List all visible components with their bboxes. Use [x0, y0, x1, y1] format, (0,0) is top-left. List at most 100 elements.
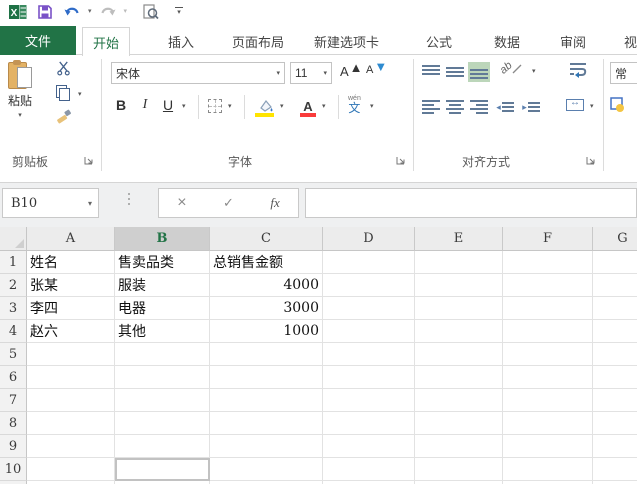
row-header-10[interactable]: 10 — [0, 458, 27, 481]
cell-A4[interactable]: 赵六 — [27, 320, 115, 343]
copy-dropdown[interactable]: ▾ — [78, 91, 82, 98]
cell-B1[interactable]: 售卖品类 — [115, 251, 210, 274]
row-header-5[interactable]: 5 — [0, 343, 27, 366]
column-header-C[interactable]: C — [210, 227, 323, 251]
row-header-9[interactable]: 9 — [0, 435, 27, 458]
cell-F1[interactable] — [503, 251, 593, 274]
tab-data[interactable]: 数据 — [484, 28, 530, 55]
grow-font-button[interactable]: A ▲ — [340, 60, 363, 79]
alignment-dialog-launcher[interactable] — [586, 155, 596, 165]
cell-C6[interactable] — [210, 366, 323, 389]
cell-D1[interactable] — [323, 251, 415, 274]
column-header-F[interactable]: F — [503, 227, 593, 251]
cell-A5[interactable] — [27, 343, 115, 366]
fill-color-button[interactable] — [254, 95, 276, 117]
tab-view[interactable]: 视 — [614, 28, 637, 55]
cell-G9[interactable] — [593, 435, 637, 458]
row-header-2[interactable]: 2 — [0, 274, 27, 297]
cell-C5[interactable] — [210, 343, 323, 366]
column-header-E[interactable]: E — [415, 227, 503, 251]
cell-B10[interactable] — [115, 458, 210, 481]
redo-dropdown[interactable]: ▾ — [124, 8, 128, 15]
cell-B6[interactable] — [115, 366, 210, 389]
orientation-button[interactable]: ab — [498, 59, 522, 77]
cell-F9[interactable] — [503, 435, 593, 458]
cell-C4[interactable]: 1000 — [210, 320, 323, 343]
align-left-button[interactable] — [420, 97, 442, 117]
row-header-8[interactable]: 8 — [0, 412, 27, 435]
cell-B7[interactable] — [115, 389, 210, 412]
redo-button[interactable] — [96, 2, 120, 22]
cell-F4[interactable] — [503, 320, 593, 343]
cell-G10[interactable] — [593, 458, 637, 481]
tab-insert[interactable]: 插入 — [158, 28, 204, 55]
row-header-6[interactable]: 6 — [0, 366, 27, 389]
cell-G7[interactable] — [593, 389, 637, 412]
row-header-7[interactable]: 7 — [0, 389, 27, 412]
cell-E6[interactable] — [415, 366, 503, 389]
number-format-combo[interactable]: 常 — [610, 62, 637, 84]
column-header-B[interactable]: B — [115, 227, 210, 251]
cell-D3[interactable] — [323, 297, 415, 320]
cell-G8[interactable] — [593, 412, 637, 435]
align-right-button[interactable] — [468, 97, 490, 117]
row-header-4[interactable]: 4 — [0, 320, 27, 343]
font-color-dropdown[interactable]: ▾ — [322, 103, 326, 110]
cell-A8[interactable] — [27, 412, 115, 435]
undo-button[interactable] — [60, 2, 84, 22]
cell-B2[interactable]: 服装 — [115, 274, 210, 297]
borders-button[interactable] — [208, 99, 222, 113]
cell-C1[interactable]: 总销售金额 — [210, 251, 323, 274]
cell-D9[interactable] — [323, 435, 415, 458]
save-button[interactable] — [34, 2, 56, 22]
decrease-indent-button[interactable]: ◂ — [494, 97, 516, 117]
cell-C2[interactable]: 4000 — [210, 274, 323, 297]
cell-G4[interactable] — [593, 320, 637, 343]
cell-F10[interactable] — [503, 458, 593, 481]
tab-formulas[interactable]: 公式 — [416, 28, 462, 55]
underline-button[interactable]: U — [160, 97, 176, 113]
tab-page-layout[interactable]: 页面布局 — [222, 28, 294, 55]
cell-F3[interactable] — [503, 297, 593, 320]
cell-E8[interactable] — [415, 412, 503, 435]
print-preview-button[interactable] — [139, 2, 162, 22]
cell-D10[interactable] — [323, 458, 415, 481]
cell-E4[interactable] — [415, 320, 503, 343]
cell-A10[interactable] — [27, 458, 115, 481]
name-box-dropdown[interactable]: ▾ — [88, 199, 98, 208]
clipboard-dialog-launcher[interactable] — [84, 155, 94, 165]
cell-A1[interactable]: 姓名 — [27, 251, 115, 274]
phonetic-dropdown[interactable]: ▾ — [370, 103, 374, 110]
cell-D8[interactable] — [323, 412, 415, 435]
copy-button[interactable] — [56, 85, 70, 101]
cell-D7[interactable] — [323, 389, 415, 412]
increase-indent-button[interactable]: ▸ — [520, 97, 542, 117]
cell-F7[interactable] — [503, 389, 593, 412]
cell-E9[interactable] — [415, 435, 503, 458]
cell-A9[interactable] — [27, 435, 115, 458]
align-bottom-button[interactable] — [468, 62, 490, 82]
cell-C3[interactable]: 3000 — [210, 297, 323, 320]
column-header-A[interactable]: A — [27, 227, 115, 251]
insert-function-button[interactable]: fx — [270, 195, 279, 211]
cell-G1[interactable] — [593, 251, 637, 274]
italic-button[interactable]: I — [138, 97, 152, 113]
column-header-D[interactable]: D — [323, 227, 415, 251]
cell-G2[interactable] — [593, 274, 637, 297]
cell-F8[interactable] — [503, 412, 593, 435]
cell-C9[interactable] — [210, 435, 323, 458]
cell-E1[interactable] — [415, 251, 503, 274]
cell-A6[interactable] — [27, 366, 115, 389]
paste-button[interactable]: 粘贴 ▾ — [8, 60, 32, 119]
cell-E10[interactable] — [415, 458, 503, 481]
select-all-corner[interactable] — [0, 227, 27, 251]
tab-home[interactable]: 开始 — [82, 27, 131, 56]
font-color-button[interactable]: A — [298, 95, 318, 117]
cell-G3[interactable] — [593, 297, 637, 320]
column-header-G[interactable]: G — [593, 227, 637, 251]
cancel-button[interactable]: × — [177, 194, 186, 212]
name-box[interactable]: B10 ▾ — [2, 188, 99, 218]
cell-E2[interactable] — [415, 274, 503, 297]
wrap-text-button[interactable] — [568, 60, 588, 78]
cell-B4[interactable]: 其他 — [115, 320, 210, 343]
